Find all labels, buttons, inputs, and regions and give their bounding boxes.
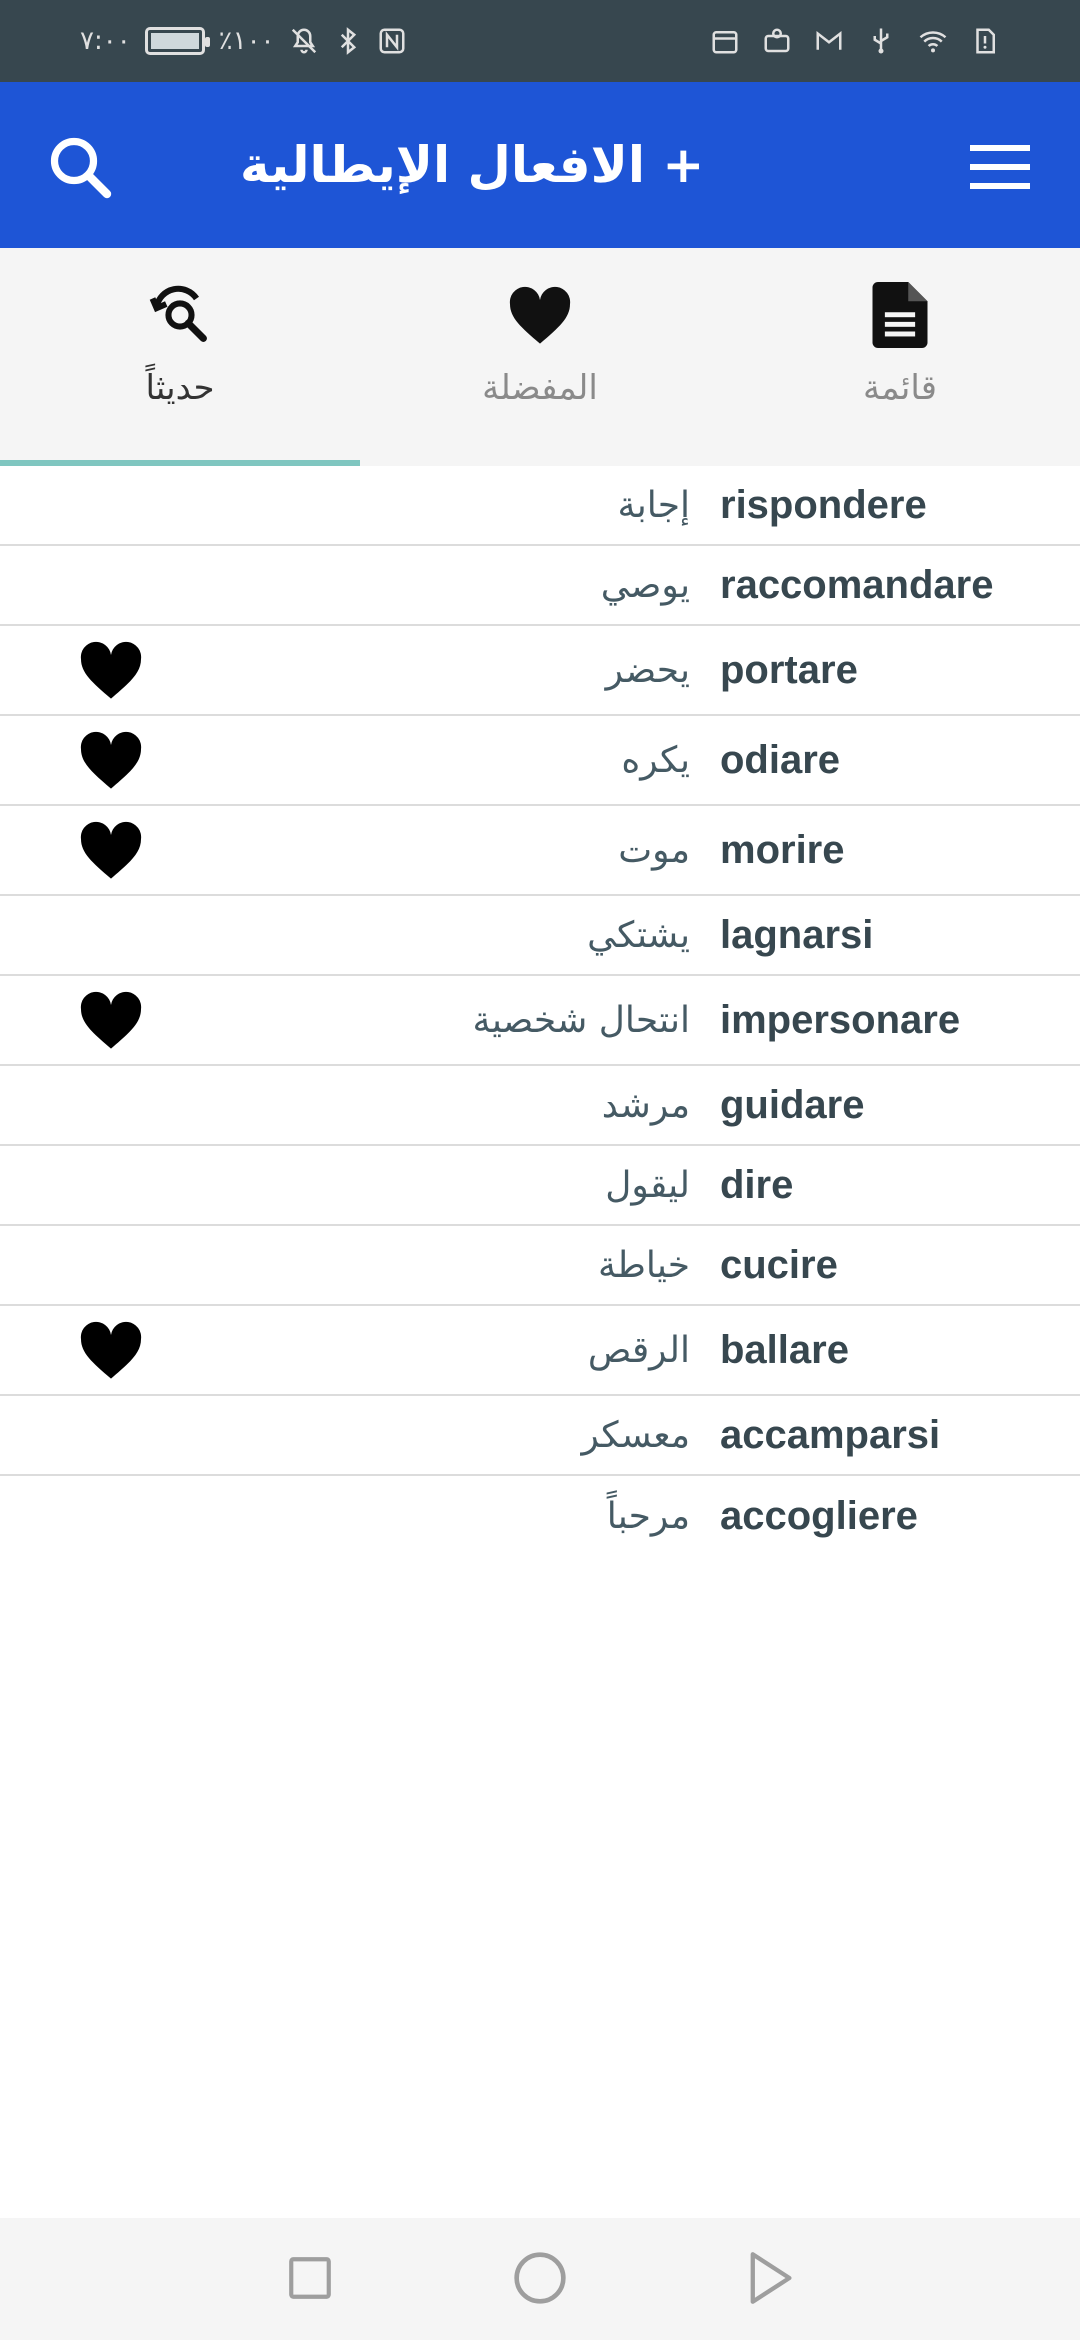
document-icon xyxy=(865,280,935,350)
recents-icon xyxy=(289,2257,331,2299)
search-button[interactable] xyxy=(40,127,120,207)
list-item[interactable]: accogliere مرحباً xyxy=(0,1476,1080,1556)
nfc-icon xyxy=(377,26,407,56)
app-bar: + الافعال الإيطالية xyxy=(0,82,1080,248)
tab-recent[interactable]: حديثاً xyxy=(0,248,360,466)
verb-meaning: يحضر xyxy=(605,649,690,691)
verb-text: lagnarsi xyxy=(720,912,874,957)
gmail-icon xyxy=(814,26,844,56)
tab-list[interactable]: قائمة xyxy=(720,248,1080,466)
alert-icon xyxy=(970,26,1000,56)
verb-meaning: خياطة xyxy=(597,1244,690,1286)
tab-favorites-label: المفضلة xyxy=(482,368,598,408)
status-left: ٧:٠٠ ٪١٠٠ xyxy=(80,18,407,64)
verb-text: portare xyxy=(720,647,858,692)
status-right xyxy=(710,18,1000,64)
verb-meaning: يوصي xyxy=(600,564,690,606)
verb-meaning: إجابة xyxy=(617,484,690,526)
list-item[interactable]: guidare مرشد xyxy=(0,1066,1080,1146)
menu-button[interactable] xyxy=(960,127,1040,207)
calendar-icon xyxy=(710,26,740,56)
list-item[interactable]: lagnarsi يشتكي xyxy=(0,896,1080,976)
heart-icon xyxy=(505,280,575,350)
list-item[interactable]: ballare الرقص xyxy=(0,1306,1080,1396)
verb-meaning: معسكر xyxy=(581,1414,690,1456)
usb-icon xyxy=(866,26,896,56)
history-search-icon xyxy=(145,280,215,350)
verb-text: raccomandare xyxy=(720,562,994,607)
wifi-icon xyxy=(918,26,948,56)
list-item[interactable]: rispondere إجابة xyxy=(0,466,1080,546)
verb-text: impersonare xyxy=(720,997,961,1042)
verb-list: rispondere إجابة raccomandare يوصي portare يح… xyxy=(0,466,1080,1556)
verb-meaning: الرقص xyxy=(587,1329,690,1371)
status-bar: ٧:٠٠ ٪١٠٠ xyxy=(0,0,1080,82)
status-time: ٧:٠٠ xyxy=(80,26,131,56)
list-item[interactable]: morire موت xyxy=(0,806,1080,896)
list-item[interactable]: portare يحضر xyxy=(0,626,1080,716)
app-icon xyxy=(762,26,792,56)
verb-meaning: مرحباً xyxy=(606,1495,690,1537)
favorite-heart-icon[interactable] xyxy=(78,626,144,714)
verb-text: morire xyxy=(720,827,845,872)
verb-text: accogliere xyxy=(720,1493,918,1538)
tab-recent-label: حديثاً xyxy=(145,368,215,408)
verb-text: dire xyxy=(720,1162,794,1207)
verb-text: cucire xyxy=(720,1242,838,1287)
hamburger-menu-icon xyxy=(970,145,1030,189)
home-icon xyxy=(514,2252,566,2304)
verb-text: guidare xyxy=(720,1082,865,1127)
verb-text: ballare xyxy=(720,1327,849,1372)
page-title: + الافعال الإيطالية xyxy=(240,136,705,194)
verb-meaning: انتحال شخصية xyxy=(472,999,690,1041)
list-item[interactable]: raccomandare يوصي xyxy=(0,546,1080,626)
verb-text: accamparsi xyxy=(720,1412,941,1457)
search-icon xyxy=(50,137,112,199)
tab-favorites[interactable]: المفضلة xyxy=(360,248,720,466)
back-icon xyxy=(750,2252,792,2304)
battery-icon xyxy=(144,27,210,55)
favorite-heart-icon[interactable] xyxy=(78,1306,144,1394)
battery-percent: ٪١٠٠ xyxy=(218,26,275,56)
verb-text: rispondere xyxy=(720,482,927,527)
home-button[interactable] xyxy=(510,2248,570,2308)
verb-meaning: ليقول xyxy=(605,1164,690,1206)
system-nav-bar xyxy=(0,2218,1080,2340)
list-item[interactable]: accamparsi معسكر xyxy=(0,1396,1080,1476)
verb-meaning: يشتكي xyxy=(587,914,690,956)
list-item[interactable]: odiare يكره xyxy=(0,716,1080,806)
tab-list-label: قائمة xyxy=(863,368,937,408)
verb-text: odiare xyxy=(720,737,841,782)
verb-meaning: يكره xyxy=(621,739,690,781)
list-item[interactable]: dire ليقول xyxy=(0,1146,1080,1226)
back-button[interactable] xyxy=(740,2248,800,2308)
mute-icon xyxy=(289,26,319,56)
favorite-heart-icon[interactable] xyxy=(78,806,144,894)
list-item[interactable]: cucire خياطة xyxy=(0,1226,1080,1306)
recents-button[interactable] xyxy=(280,2248,340,2308)
verb-meaning: موت xyxy=(618,829,690,871)
favorite-heart-icon[interactable] xyxy=(78,976,144,1064)
bluetooth-icon xyxy=(333,26,363,56)
favorite-heart-icon[interactable] xyxy=(78,716,144,804)
list-item[interactable]: impersonare انتحال شخصية xyxy=(0,976,1080,1066)
verb-meaning: مرشد xyxy=(601,1084,690,1126)
tab-bar: حديثاً المفضلة قائمة xyxy=(0,248,1080,466)
